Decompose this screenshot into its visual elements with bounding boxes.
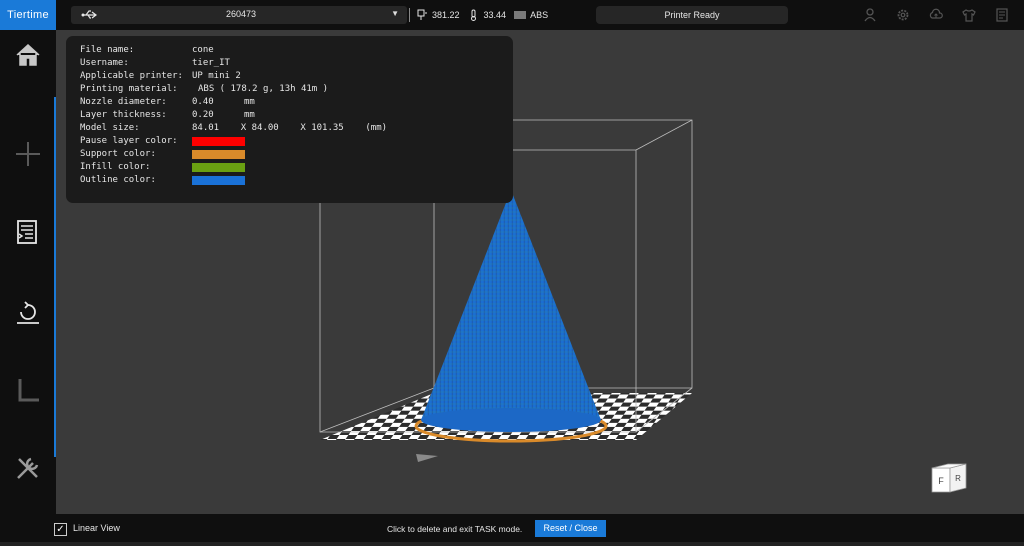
infill-color-label: Infill color:	[80, 162, 151, 172]
printer-select[interactable]: 260473 ▼	[71, 6, 407, 24]
linear-view-checkbox[interactable]: ✓	[54, 523, 67, 536]
shirt-button[interactable]	[958, 4, 980, 26]
top-bar: 260473 ▼ 381.22 33.44 ABS Printer Ready	[56, 0, 1024, 30]
linear-view-label: Linear View	[73, 523, 120, 533]
calibrate-button[interactable]	[0, 284, 56, 340]
home-icon	[16, 43, 40, 66]
applicable-printer-value: UP mini 2	[192, 71, 241, 81]
nozzle-temp-icon	[417, 9, 427, 20]
measure-icon	[18, 379, 39, 402]
applicable-printer-label: Applicable printer:	[80, 71, 183, 81]
usb-icon	[81, 10, 97, 19]
pause-layer-color-label: Pause layer color:	[80, 136, 178, 146]
material-spool-icon	[514, 11, 526, 19]
calibrate-icon	[17, 301, 39, 324]
outline-color-swatch	[192, 176, 245, 185]
bottom-bar: ✓ Linear View Click to delete and exit T…	[0, 514, 1024, 546]
sidebar: Tiertime	[0, 0, 56, 546]
outline-color-label: Outline color:	[80, 175, 156, 185]
chevron-down-icon[interactable]: ▼	[391, 9, 399, 18]
file-name-value: cone	[192, 45, 214, 55]
nozzle-diameter-value: 0.40	[192, 97, 214, 107]
printer-name: 260473	[225, 9, 257, 19]
layer-thickness-label: Layer thickness:	[80, 110, 167, 120]
pause-layer-color-swatch	[192, 137, 245, 146]
cloud-button[interactable]	[925, 4, 947, 26]
model-size-value: 84.01 X 84.00 X 101.35 (mm)	[192, 123, 388, 133]
cone-base	[421, 408, 601, 432]
bottom-strip	[0, 542, 1024, 546]
support-color-label: Support color:	[80, 149, 156, 159]
nozzle-diameter-label: Nozzle diameter:	[80, 97, 167, 107]
add-model-button[interactable]	[0, 126, 56, 182]
view-cube-right-label: R	[955, 474, 961, 483]
cloud-icon	[929, 8, 943, 19]
home-button[interactable]	[0, 27, 56, 83]
front-direction-marker	[416, 454, 438, 462]
reset-close-button[interactable]: Reset / Close	[535, 520, 606, 537]
gear-icon	[897, 9, 909, 21]
settings-button[interactable]	[892, 4, 914, 26]
printing-material-value: ABS ( 178.2 g, 13h 41m )	[198, 84, 329, 94]
printing-material-label: Printing material:	[80, 84, 178, 94]
shirt-icon	[962, 9, 976, 22]
material-type: ABS	[530, 10, 549, 20]
tools-icon	[17, 457, 39, 479]
user-button[interactable]	[859, 4, 881, 26]
measure-button[interactable]	[0, 362, 56, 418]
layer-thickness-value: 0.20	[192, 110, 214, 120]
add-icon	[16, 142, 40, 166]
username-label: Username:	[80, 58, 129, 68]
bed-temperature: 33.44	[483, 10, 507, 20]
divider	[409, 8, 410, 22]
nozzle-temperature: 381.22	[432, 10, 460, 20]
document-button[interactable]	[991, 4, 1013, 26]
model-size-label: Model size:	[80, 123, 140, 133]
document-icon	[996, 8, 1008, 22]
brand-logo: Tiertime	[0, 0, 56, 30]
view-cube[interactable]: F R	[930, 460, 970, 494]
tools-button[interactable]	[0, 440, 56, 496]
printer-status-readouts: 381.22 33.44 ABS	[409, 6, 556, 24]
view-cube-front-label: F	[938, 476, 944, 486]
username-value: tier_IT	[192, 58, 230, 68]
bed-temp-icon	[470, 9, 476, 21]
user-icon	[864, 8, 876, 22]
printer-status: Printer Ready	[596, 6, 788, 24]
task-mode-message: Click to delete and exit TASK mode.	[387, 524, 523, 534]
file-name-label: File name:	[80, 45, 135, 55]
print-task-icon	[17, 220, 37, 244]
model-info-panel: File name: cone Username: tier_IT Applic…	[66, 36, 513, 203]
support-color-swatch	[192, 150, 245, 159]
cone-model	[421, 190, 601, 431]
print-task-button[interactable]	[0, 204, 56, 260]
layer-thickness-unit: mm	[244, 110, 255, 120]
infill-color-swatch	[192, 163, 245, 172]
nozzle-diameter-unit: mm	[244, 97, 255, 107]
